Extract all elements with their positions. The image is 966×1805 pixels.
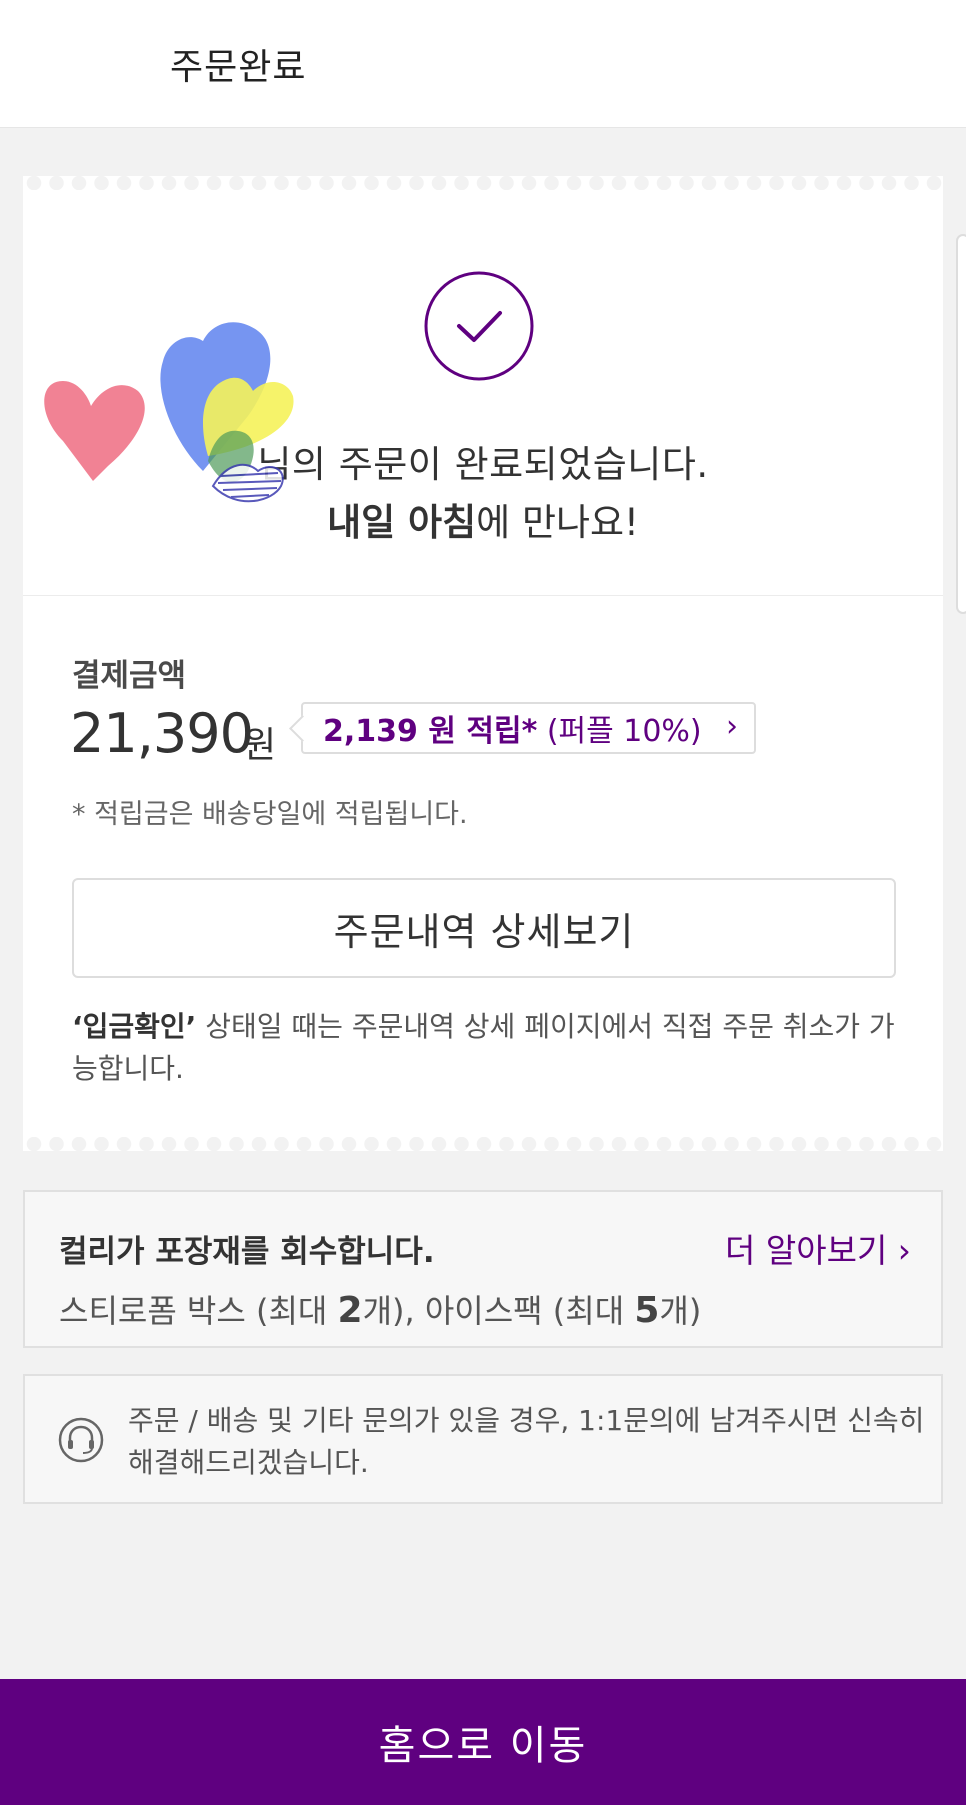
app-header: 주문완료 (0, 0, 966, 128)
points-badge[interactable]: 2,139 원 적립* (퍼플 10%) › (301, 702, 756, 754)
payment-label: 결제금액 (72, 658, 187, 694)
scroll-handle[interactable] (956, 234, 966, 614)
points-amount: 2,139 원 적립* (323, 714, 538, 749)
page-title: 주문완료 (170, 47, 307, 88)
learn-more-link[interactable]: 더 알아보기 › (725, 1224, 911, 1272)
cancel-note-status: ‘입금확인’ (72, 1010, 197, 1043)
payment-unit: 원 (243, 725, 277, 766)
receipt-perforation-top (23, 176, 943, 190)
collect-desc-text-3: 개) (659, 1292, 702, 1330)
go-home-button[interactable]: 홈으로 이동 (0, 1679, 966, 1805)
collect-desc-text-2: 개), 아이스팩 (최대 (362, 1292, 635, 1330)
collect-title: 컬리가 포장재를 회수합니다. (59, 1234, 435, 1270)
points-note: * 적립금은 배송당일에 적립됩니다. (72, 799, 468, 830)
receipt-divider (23, 595, 943, 596)
see-you-text: 에 만나요! (476, 501, 639, 544)
order-detail-button[interactable]: 주문내역 상세보기 (72, 878, 896, 978)
chevron-right-icon: › (726, 709, 738, 744)
cancel-note: ‘입금확인’ 상태일 때는 주문내역 상세 페이지에서 직접 주문 취소가 가능… (72, 1006, 902, 1090)
payment-amount: 21,390 (70, 702, 254, 765)
collect-icepack-count: 5 (634, 1290, 660, 1331)
inquiry-text: 주문 / 배송 및 기타 문의가 있을 경우, 1:1문의에 남겨주시면 신속히… (128, 1404, 925, 1479)
cancel-note-text: 상태일 때는 주문내역 상세 페이지에서 직접 주문 취소가 가능합니다. (72, 1010, 895, 1085)
hearts-sticker-icon (44, 322, 294, 503)
collect-desc-text-1: 스티로폼 박스 (최대 (59, 1292, 338, 1330)
inquiry-card: 주문 / 배송 및 기타 문의가 있을 경우, 1:1문의에 남겨주시면 신속히… (23, 1374, 943, 1504)
collect-box-count: 2 (337, 1290, 363, 1331)
order-complete-receipt: 님의 주문이 완료되었습니다. 내일 아침에 만나요! 결제금액 21,390 … (23, 176, 943, 1151)
receipt-perforation-bottom (23, 1137, 943, 1151)
packaging-collect-card: 컬리가 포장재를 회수합니다. 더 알아보기 › 스티로폼 박스 (최대 2개)… (23, 1190, 943, 1348)
headset-icon (58, 1417, 104, 1463)
collect-description: 스티로폼 박스 (최대 2개), 아이스팩 (최대 5개) (59, 1286, 701, 1332)
points-rate: (퍼플 10%) (537, 714, 702, 749)
check-circle-icon (424, 271, 534, 381)
delivery-time-text: 내일 아침 (327, 501, 477, 544)
